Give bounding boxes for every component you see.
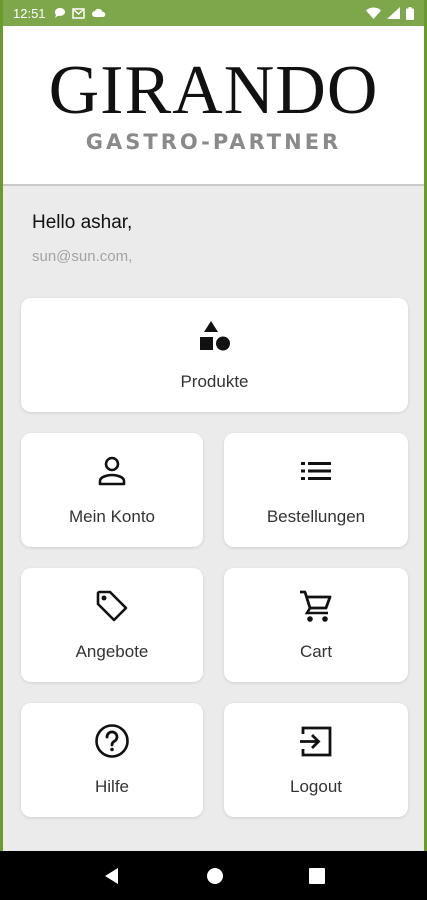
produkte-button[interactable]: Produkte [21,298,408,412]
bestellungen-label: Bestellungen [266,507,366,526]
produkte-label: Produkte [180,372,249,391]
cart-button[interactable]: Cart [224,568,408,682]
status-bar: 12:51 [3,0,424,26]
app-screen: 12:51 GIRANDO GASTRO-PARTNER Hello ashar… [3,0,424,900]
tag-icon [94,588,130,624]
status-time: 12:51 [13,5,46,21]
signal-icon [387,7,400,19]
gmail-icon [71,7,85,19]
bestellungen-button[interactable]: Bestellungen [224,433,408,547]
mein-konto-label: Mein Konto [69,507,155,526]
brand-subtitle: GASTRO-PARTNER [85,130,342,154]
person-icon [94,453,130,489]
cart-label: Cart [299,642,333,661]
user-greeting: Hello ashar, sun@sun.com, [32,212,132,265]
app-header: GIRANDO GASTRO-PARTNER [3,26,424,186]
cloud-icon [91,8,105,17]
shapes-icon [197,318,233,354]
angebote-button[interactable]: Angebote [21,568,203,682]
help-icon [94,723,130,759]
chat-bubble-icon [54,7,65,18]
logout-icon [298,723,334,759]
battery-icon [406,6,414,20]
back-icon[interactable] [103,867,121,885]
home-icon[interactable] [206,867,224,885]
user-email: sun@sun.com, [32,248,133,265]
list-icon [298,453,334,489]
hilfe-button[interactable]: Hilfe [21,703,203,817]
logout-button[interactable]: Logout [224,703,408,817]
brand-logo: GIRANDO [48,52,379,129]
system-nav-bar [0,851,427,900]
cart-icon [298,588,334,624]
angebote-label: Angebote [75,642,149,661]
recents-icon[interactable] [308,867,325,884]
wifi-icon [366,7,381,19]
hilfe-label: Hilfe [94,777,129,796]
greeting-text: Hello ashar, [32,212,133,233]
logout-label: Logout [290,777,342,796]
mein-konto-button[interactable]: Mein Konto [21,433,203,547]
